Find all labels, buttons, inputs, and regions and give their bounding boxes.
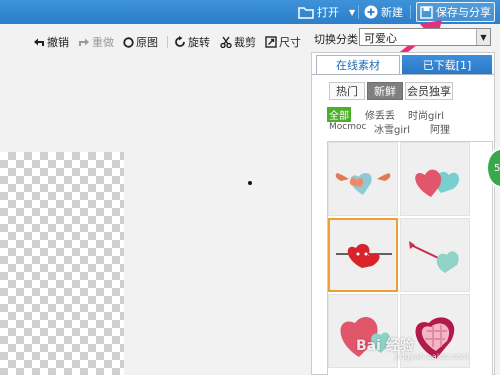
open-button[interactable]: 打开 ▼ [298,0,355,24]
tag-all[interactable]: 全部 [327,107,351,122]
double-heart-icon [415,169,460,197]
sticker-double-heart[interactable] [400,142,470,216]
folder-icon [298,6,314,19]
baidu-watermark-url: jingyan.baidu.com [395,352,469,361]
sticker-winged-heart[interactable] [328,142,398,216]
redo-button[interactable]: 重做 [78,34,114,50]
cursor-dot [248,181,252,185]
category-select[interactable]: 可爱心 ▼ [359,28,491,46]
tag-fashion-girl[interactable]: 时尚girl [408,107,444,122]
rotate-icon [175,36,185,47]
material-panel: 在线素材 已下载[1] 热门 新鲜 会员独享 全部 修丢丢 时尚girl Moc… [311,52,495,375]
sticker-pink-heart[interactable] [328,294,398,368]
tab-divider [312,74,494,75]
sticker-pierced-heart[interactable] [400,218,470,292]
pink-heart-icon [340,316,391,357]
subtab-fresh-label: 新鲜 [374,85,396,98]
tab-online-materials[interactable]: 在线素材 [316,55,400,74]
dropdown-arrow-icon[interactable]: ▼ [476,29,490,45]
sticker-arrow-heart[interactable] [328,218,398,292]
tag-ice-girl[interactable]: 冰雪girl [374,121,410,136]
subtab-fresh[interactable]: 新鲜 [367,82,403,100]
arrow-heart-icon [336,243,392,268]
resize-icon [265,36,277,48]
category-value: 可爱心 [364,32,397,45]
original-label: 原图 [136,36,158,49]
plus-circle-icon [364,5,378,19]
winged-heart-icon [335,173,391,195]
tag-mocmoc[interactable]: Mocmoc [329,122,366,132]
undo-label: 撤销 [47,36,69,49]
divider [167,36,168,48]
rotate-button[interactable]: 旋转 [174,34,210,50]
tab-downloaded-label: 已下载[1] [422,58,472,72]
switch-category-label: 切换分类 [314,33,358,46]
rotate-label: 旋转 [188,36,210,49]
redo-icon [79,38,89,46]
tab-downloaded[interactable]: 已下载[1] [402,55,492,74]
scissors-icon [220,36,232,48]
size-button[interactable]: 尺寸 [265,34,301,50]
divider [358,5,359,19]
redo-label: 重做 [92,36,114,49]
subtab-hot[interactable]: 热门 [329,82,365,100]
circle-icon [123,36,134,48]
open-label: 打开 [317,6,339,19]
chevron-down-icon[interactable]: ▼ [349,8,355,17]
subtab-vip[interactable]: 会员独享 [405,82,453,100]
tab-online-label: 在线素材 [336,59,380,72]
crop-label: 裁剪 [234,36,256,49]
undo-button[interactable]: 撤销 [33,34,69,50]
subtab-hot-label: 热门 [336,85,358,98]
crop-button[interactable]: 裁剪 [220,34,256,50]
size-label: 尺寸 [279,36,301,49]
tag-xiudiudiu[interactable]: 修丢丢 [365,107,395,122]
undo-icon [34,38,44,46]
subtab-vip-label: 会员独享 [407,85,451,98]
original-button[interactable]: 原图 [123,34,158,50]
pierced-heart-icon [409,241,459,273]
tag-ali[interactable]: 阿狸 [430,121,450,136]
badge-count: 58 [494,162,500,174]
transparent-canvas[interactable] [0,152,124,375]
